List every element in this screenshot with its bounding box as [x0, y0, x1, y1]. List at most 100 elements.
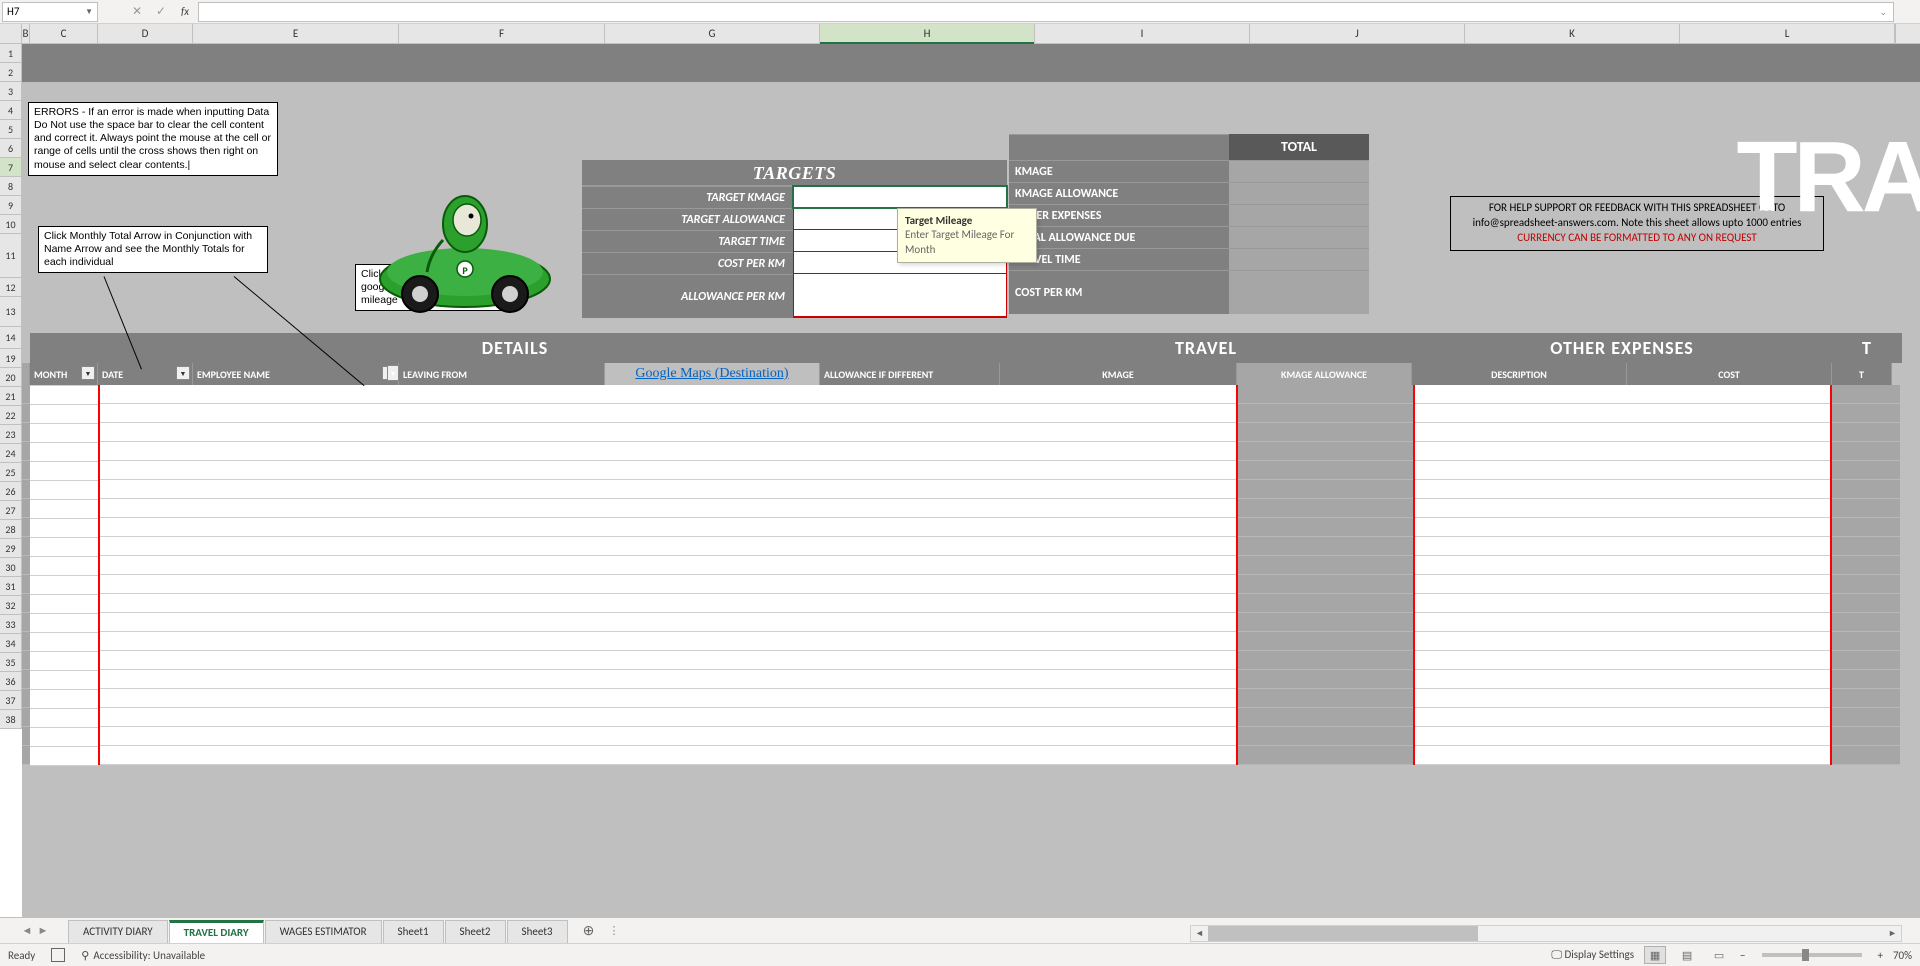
col-header-H[interactable]: H — [820, 24, 1035, 43]
col-header-E[interactable]: E — [193, 24, 399, 43]
zoom-slider[interactable] — [1762, 953, 1862, 957]
row-header-19[interactable]: 19 — [0, 349, 22, 368]
col-header-F[interactable]: F — [399, 24, 605, 43]
th-kmage: KMAGE — [1000, 363, 1237, 385]
th-month[interactable]: MONTH▼ — [30, 363, 98, 385]
sheet-tab-activity-diary[interactable]: ACTIVITY DIARY — [68, 920, 168, 945]
total-travel-time-label: TRAVEL TIME — [1009, 248, 1229, 270]
row-header-29[interactable]: 29 — [0, 539, 22, 558]
fx-icon[interactable]: fx — [174, 2, 196, 22]
sheet-tab-travel-diary[interactable]: TRAVEL DIARY — [169, 920, 264, 945]
tab-nav-next-icon[interactable]: ► — [36, 924, 50, 938]
add-sheet-button[interactable]: ⊕ — [577, 922, 601, 939]
col-header-J[interactable]: J — [1250, 24, 1465, 43]
col-header-I[interactable]: I — [1035, 24, 1250, 43]
th-employee[interactable]: EMPLOYEE NAME▼ — [193, 363, 399, 385]
accessibility-status[interactable]: ⚲Accessibility: Unavailable — [81, 949, 205, 962]
col-header-G[interactable]: G — [605, 24, 820, 43]
view-normal-icon[interactable]: ▦ — [1644, 946, 1666, 964]
target-kmage-input[interactable] — [793, 186, 1007, 208]
scroll-left-icon[interactable]: ◄ — [1191, 926, 1208, 941]
data-block-expenses[interactable] — [1413, 385, 1832, 765]
filter-icon[interactable]: ▼ — [387, 365, 399, 381]
row-header-11[interactable]: 11 — [0, 234, 22, 278]
sheet-tab-sheet2[interactable]: Sheet2 — [445, 920, 506, 945]
sheet-tab-sheet1[interactable]: Sheet1 — [383, 920, 444, 945]
total-allowance-due-value — [1229, 226, 1369, 248]
col-header-B[interactable]: B — [22, 24, 30, 43]
formula-input[interactable]: ⌄ — [198, 2, 1894, 22]
row-header-37[interactable]: 37 — [0, 691, 22, 710]
row-header-4[interactable]: 4 — [0, 101, 22, 120]
zoom-in-button[interactable]: + — [1878, 949, 1883, 962]
allowance-per-km-input[interactable] — [793, 274, 1007, 318]
col-header-C[interactable]: C — [30, 24, 98, 43]
row-header-35[interactable]: 35 — [0, 653, 22, 672]
zoom-level[interactable]: 70% — [1893, 949, 1912, 962]
row-header-21[interactable]: 21 — [0, 387, 22, 406]
spreadsheet-grid[interactable]: 1234567891011121314192021222324252627282… — [0, 44, 1920, 917]
row-header-1[interactable]: 1 — [0, 44, 22, 63]
view-page-layout-icon[interactable]: ▤ — [1676, 946, 1698, 964]
row-header-3[interactable]: 3 — [0, 82, 22, 101]
row-header-34[interactable]: 34 — [0, 634, 22, 653]
filter-icon[interactable]: ▼ — [176, 366, 190, 380]
row-header-36[interactable]: 36 — [0, 672, 22, 691]
horizontal-scrollbar[interactable]: ◄ ► — [1190, 925, 1902, 942]
sheet-tab-sheet3[interactable]: Sheet3 — [507, 920, 568, 945]
row-header-27[interactable]: 27 — [0, 501, 22, 520]
row-headers: 1234567891011121314192021222324252627282… — [0, 44, 22, 729]
row-header-10[interactable]: 10 — [0, 215, 22, 234]
name-box[interactable]: H7 ▼ — [2, 2, 98, 22]
status-bar: Ready ⚲Accessibility: Unavailable 🖵 Disp… — [0, 943, 1920, 966]
data-block-month[interactable] — [30, 385, 98, 765]
row-header-5[interactable]: 5 — [0, 120, 22, 139]
display-settings-button[interactable]: 🖵 Display Settings — [1551, 948, 1634, 962]
t-section-header: T — [1832, 333, 1902, 363]
row-header-30[interactable]: 30 — [0, 558, 22, 577]
row-header-33[interactable]: 33 — [0, 615, 22, 634]
row-header-12[interactable]: 12 — [0, 278, 22, 297]
zoom-out-button[interactable]: − — [1740, 949, 1745, 962]
row-header-7[interactable]: 7 — [0, 158, 22, 177]
dropdown-icon[interactable]: ▼ — [85, 7, 93, 17]
col-header-D[interactable]: D — [98, 24, 193, 43]
col-header-L[interactable]: L — [1680, 24, 1895, 43]
row-header-14[interactable]: 14 — [0, 327, 22, 349]
row-header-22[interactable]: 22 — [0, 406, 22, 425]
row-header-38[interactable]: 38 — [0, 710, 22, 729]
column-headers: BCDEFGHIJKL — [0, 24, 1920, 44]
select-all-corner[interactable] — [0, 24, 22, 43]
row-header-2[interactable]: 2 — [0, 63, 22, 82]
row-header-9[interactable]: 9 — [0, 196, 22, 215]
total-kmage-allowance-value — [1229, 182, 1369, 204]
row-header-32[interactable]: 32 — [0, 596, 22, 615]
row-header-31[interactable]: 31 — [0, 577, 22, 596]
th-google-maps-link[interactable]: Google Maps (Destination) — [605, 363, 820, 385]
row-header-28[interactable]: 28 — [0, 520, 22, 539]
sheet-tab-wages-estimator[interactable]: WAGES ESTIMATOR — [265, 920, 382, 945]
data-block-main[interactable] — [98, 385, 1238, 765]
zoom-thumb[interactable] — [1802, 949, 1809, 961]
th-leaving[interactable]: ▼LEAVING FROM — [399, 363, 605, 385]
row-header-8[interactable]: 8 — [0, 177, 22, 196]
row-header-23[interactable]: 23 — [0, 425, 22, 444]
th-date[interactable]: DATE▼ — [98, 363, 193, 385]
row-header-26[interactable]: 26 — [0, 482, 22, 501]
formula-expand-icon[interactable]: ⌄ — [1879, 7, 1887, 18]
view-page-break-icon[interactable]: ▭ — [1708, 946, 1730, 964]
row-header-13[interactable]: 13 — [0, 297, 22, 327]
total-cost-per-km-label: COST PER KM — [1009, 270, 1229, 314]
filter-icon[interactable]: ▼ — [81, 366, 95, 380]
row-header-6[interactable]: 6 — [0, 139, 22, 158]
scroll-right-icon[interactable]: ► — [1884, 926, 1901, 941]
col-header-K[interactable]: K — [1465, 24, 1680, 43]
macro-record-icon[interactable] — [51, 948, 65, 962]
total-travel-time-value — [1229, 248, 1369, 270]
hscroll-thumb[interactable] — [1208, 926, 1478, 941]
row-header-25[interactable]: 25 — [0, 463, 22, 482]
tab-nav-prev-icon[interactable]: ◄ — [20, 924, 34, 938]
total-other-expenses-value — [1229, 204, 1369, 226]
row-header-24[interactable]: 24 — [0, 444, 22, 463]
row-header-20[interactable]: 20 — [0, 368, 22, 387]
